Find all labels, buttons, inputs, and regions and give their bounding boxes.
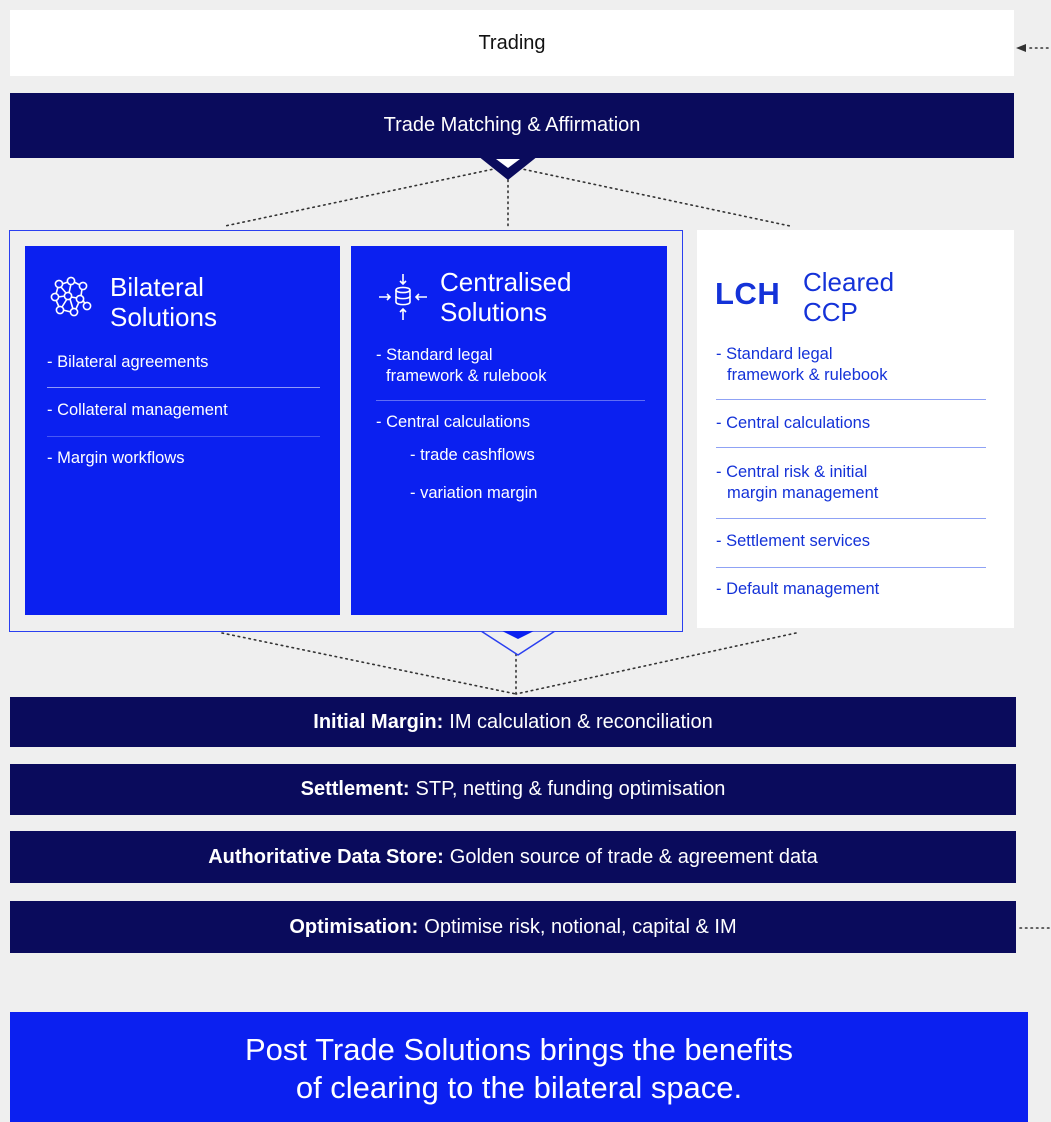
initial-margin-bold: Initial Margin: <box>313 710 444 733</box>
list-item: - Collateral management <box>47 388 320 437</box>
list-item: - trade cashflows <box>410 446 535 464</box>
list-item: - Central calculations <box>376 413 531 431</box>
lch-title-line2: CCP <box>803 297 858 327</box>
network-icon <box>50 276 92 317</box>
optimisation-bold: Optimisation: <box>289 915 419 938</box>
list-item-line: margin management <box>727 484 879 502</box>
lch-title-line1: Cleared <box>803 267 895 297</box>
lch-list: - Standard legal framework & rulebook - … <box>716 344 986 608</box>
data-store-bold: Authoritative Data Store: <box>208 845 444 868</box>
list-item-line: - Central risk & initial <box>716 463 868 481</box>
database-arrows-icon <box>379 274 427 320</box>
bilateral-card: Bilateral Solutions - Bilateral agreemen… <box>25 246 340 615</box>
bilateral-title-line1: Bilateral <box>110 272 204 302</box>
data-store-text: Golden source of trade & agreement data <box>449 845 818 868</box>
optimisation-text: Optimise risk, notional, capital & IM <box>424 915 737 938</box>
centralised-list: - Standard legal framework & rulebook - … <box>376 343 645 509</box>
list-item: - Bilateral agreements <box>47 343 320 388</box>
centralised-title-line2: Solutions <box>440 297 547 327</box>
list-item-line: - Standard legal <box>716 345 833 363</box>
list-item: - Central calculations <box>716 400 986 448</box>
settlement-bold: Settlement: <box>300 778 410 800</box>
trading-label: Trading <box>478 31 546 54</box>
trading-bar: Trading <box>10 10 1014 76</box>
list-item: - Standard legal framework & rulebook <box>376 343 645 401</box>
list-item-line: - Standard legal <box>376 346 493 364</box>
settlement-text: STP, netting & funding optimisation <box>415 778 726 800</box>
footer-line2: of clearing to the bilateral space. <box>295 1070 743 1105</box>
solutions-pointer-icon <box>480 631 556 656</box>
bilateral-title-line2: Solutions <box>110 302 217 332</box>
centralised-title-line1: Centralised <box>440 267 572 297</box>
list-item: - Central risk & initial margin manageme… <box>716 448 986 519</box>
matching-pointer-icon <box>478 156 538 180</box>
list-item-line: framework & rulebook <box>386 367 547 385</box>
list-item: - Standard legal framework & rulebook <box>716 344 986 400</box>
trade-matching-label: Trade Matching & Affirmation <box>383 114 641 136</box>
trade-matching-bar: Trade Matching & Affirmation <box>10 93 1014 158</box>
lch-logo: LCH <box>715 276 781 311</box>
list-item-line: framework & rulebook <box>727 366 888 384</box>
initial-margin-bar: Initial Margin: IM calculation & reconci… <box>10 697 1016 747</box>
footer-line1: Post Trade Solutions brings the benefits <box>245 1032 793 1067</box>
footer-banner: Post Trade Solutions brings the benefits… <box>10 1012 1028 1122</box>
list-item: - variation margin <box>410 484 538 502</box>
arrowhead-icon <box>1016 44 1026 52</box>
list-item: - Margin workflows <box>47 449 185 467</box>
centralised-card: Centralised Solutions - Standard legal f… <box>351 246 667 615</box>
lch-card: LCH Cleared CCP - Standard legal framewo… <box>697 230 1014 628</box>
optimisation-bar: Optimisation: Optimise risk, notional, c… <box>10 901 1016 953</box>
initial-margin-text: IM calculation & reconciliation <box>449 710 713 733</box>
data-store-bar: Authoritative Data Store: Golden source … <box>10 831 1016 883</box>
list-item: - Default management <box>716 580 880 598</box>
list-item: - Settlement services <box>716 519 986 568</box>
bilateral-list: - Bilateral agreements - Collateral mana… <box>47 343 320 477</box>
settlement-bar: Settlement: STP, netting & funding optim… <box>10 764 1016 815</box>
